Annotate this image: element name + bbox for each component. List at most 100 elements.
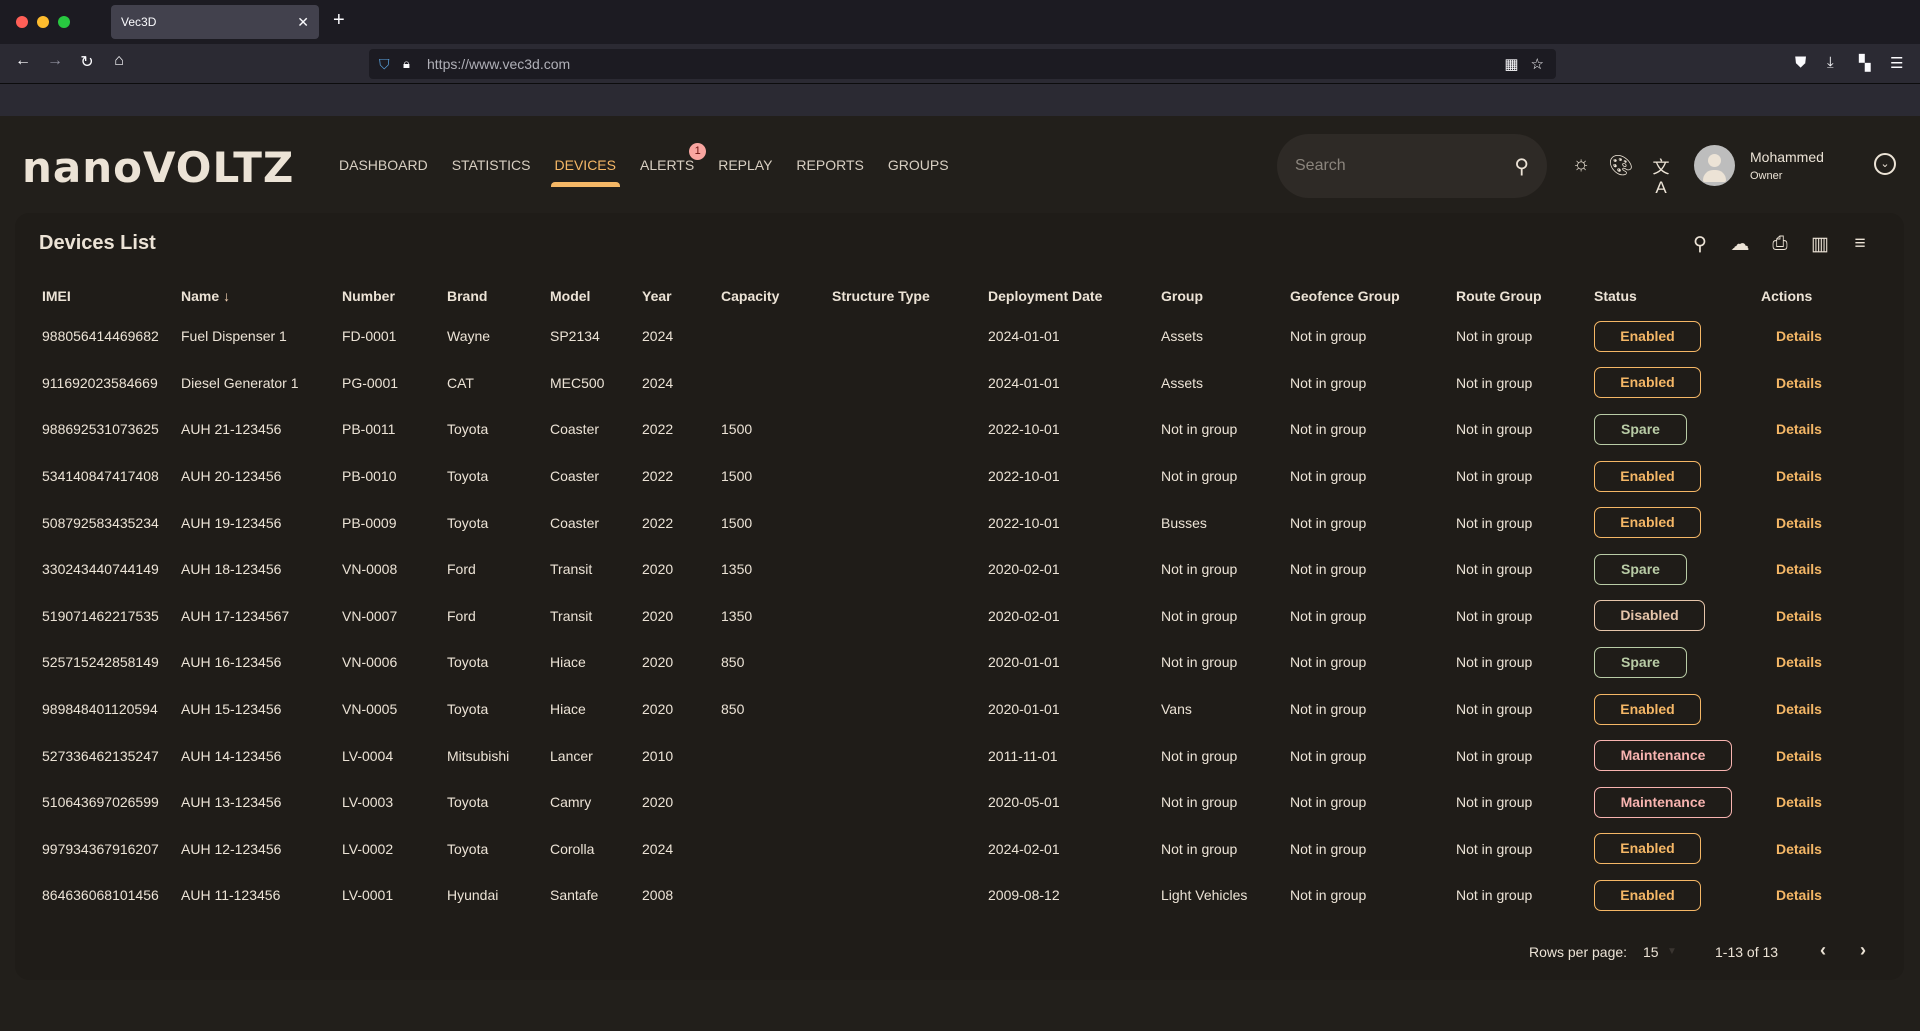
status-badge[interactable]: Enabled: [1594, 833, 1701, 865]
details-link[interactable]: Details: [1776, 421, 1822, 437]
logo[interactable]: nanoVOLTZ: [22, 143, 294, 192]
chevron-left-icon[interactable]: ‹: [1820, 940, 1826, 961]
extensions-icon[interactable]: ▚: [1859, 54, 1871, 72]
column-header-route-group[interactable]: Route Group: [1456, 279, 1594, 313]
status-badge[interactable]: Enabled: [1594, 367, 1701, 399]
column-header-group[interactable]: Group: [1161, 279, 1290, 313]
chevron-down-icon[interactable]: ⌄: [1874, 153, 1896, 175]
details-link[interactable]: Details: [1776, 468, 1822, 484]
chevron-right-icon[interactable]: ›: [1860, 940, 1866, 961]
table-row[interactable]: 911692023584669 Diesel Generator 1 PG-0001…: [15, 360, 1904, 407]
column-header-imei[interactable]: IMEI: [15, 279, 181, 313]
url-text[interactable]: https://www.vec3d.com: [427, 56, 1504, 72]
table-row[interactable]: 989848401120594 AUH 15-123456 VN-0005 Toyot…: [15, 686, 1904, 733]
print-icon[interactable]: ⎙: [1767, 233, 1793, 255]
table-row[interactable]: 508792583435234 AUH 19-123456 PB-0009 Toyot…: [15, 499, 1904, 546]
browser-tab[interactable]: Vec3D ✕: [111, 5, 319, 39]
nav-reports[interactable]: REPORTS: [796, 157, 863, 173]
details-link[interactable]: Details: [1776, 608, 1822, 624]
details-link[interactable]: Details: [1776, 654, 1822, 670]
caret-down-icon[interactable]: ▼: [1667, 946, 1677, 957]
column-header-status[interactable]: Status: [1594, 279, 1761, 313]
column-header-structure-type[interactable]: Structure Type: [832, 279, 988, 313]
status-badge[interactable]: Maintenance: [1594, 740, 1732, 772]
details-link[interactable]: Details: [1776, 887, 1822, 903]
cell-number: PB-0010: [342, 468, 397, 485]
nav-devices[interactable]: DEVICES: [550, 157, 621, 187]
arrow-right-icon[interactable]: →: [44, 52, 66, 70]
cell-name: AUH 11-123456: [181, 887, 281, 904]
status-badge[interactable]: Spare: [1594, 413, 1687, 445]
column-header-name[interactable]: Name ↓: [181, 279, 342, 313]
table-row[interactable]: 988056414469682 Fuel Dispenser 1 FD-0001 Wa…: [15, 313, 1904, 360]
column-header-brand[interactable]: Brand: [447, 279, 550, 313]
status-badge[interactable]: Spare: [1594, 553, 1687, 585]
nav-replay[interactable]: REPLAY: [718, 157, 772, 173]
cell-structure-type: [832, 732, 988, 779]
column-header-deployment-date[interactable]: Deployment Date: [988, 279, 1161, 313]
details-link[interactable]: Details: [1776, 841, 1822, 857]
nav-statistics[interactable]: STATISTICS: [452, 157, 531, 173]
table-row[interactable]: 534140847417408 AUH 20-123456 PB-0010 Toyot…: [15, 453, 1904, 500]
sort-arrow-down-icon[interactable]: ↓: [223, 288, 230, 304]
search-input[interactable]: [1295, 157, 1515, 175]
rows-per-page-select[interactable]: 15: [1643, 944, 1659, 960]
status-badge[interactable]: Enabled: [1594, 320, 1701, 352]
filter-icon[interactable]: ≡: [1847, 233, 1873, 255]
cloud-download-icon[interactable]: ☁: [1727, 233, 1753, 256]
search-icon[interactable]: ⚲: [1514, 154, 1529, 179]
search-icon[interactable]: ⚲: [1687, 233, 1713, 256]
star-icon[interactable]: ☆: [1531, 55, 1544, 73]
new-tab-button[interactable]: +: [333, 9, 345, 32]
home-icon[interactable]: ⌂: [108, 52, 130, 70]
maximize-window-button[interactable]: [58, 16, 70, 28]
details-link[interactable]: Details: [1776, 748, 1822, 764]
table-row[interactable]: 997934367916207 AUH 12-123456 LV-0002 Toyot…: [15, 826, 1904, 873]
column-header-model[interactable]: Model: [550, 279, 642, 313]
column-header-capacity[interactable]: Capacity: [721, 279, 832, 313]
details-link[interactable]: Details: [1776, 515, 1822, 531]
nav-alerts[interactable]: ALERTS 1: [640, 143, 707, 173]
status-badge[interactable]: Enabled: [1594, 879, 1701, 911]
column-header-number[interactable]: Number: [342, 279, 447, 313]
table-row[interactable]: 330243440744149 AUH 18-123456 VN-0008 Ford T…: [15, 546, 1904, 593]
arrow-left-icon[interactable]: ←: [12, 52, 34, 70]
avatar[interactable]: [1694, 145, 1735, 186]
table-row[interactable]: 510643697026599 AUH 13-123456 LV-0003 Toyot…: [15, 779, 1904, 826]
column-header-year[interactable]: Year: [642, 279, 721, 313]
nav-dashboard[interactable]: DASHBOARD: [339, 157, 428, 173]
hamburger-menu-icon[interactable]: ☰: [1890, 54, 1903, 72]
details-link[interactable]: Details: [1776, 561, 1822, 577]
table-row[interactable]: 519071462217535 AUH 17-1234567 VN-0007 Ford…: [15, 593, 1904, 640]
column-header-geofence-group[interactable]: Geofence Group: [1290, 279, 1456, 313]
table-row[interactable]: 864636068101456 AUH 11-123456 LV-0001 Hyund…: [15, 872, 1904, 919]
table-row[interactable]: 988692531073625 AUH 21-123456 PB-0011 Toyot…: [15, 406, 1904, 453]
url-bar[interactable]: ⛉ 🔒︎ https://www.vec3d.com ▦ ☆: [369, 49, 1556, 79]
minimize-window-button[interactable]: [37, 16, 49, 28]
reload-icon[interactable]: ↻: [76, 52, 98, 72]
details-link[interactable]: Details: [1776, 701, 1822, 717]
columns-icon[interactable]: ▥: [1807, 233, 1833, 256]
palette-icon[interactable]: 🎨︎: [1608, 153, 1634, 178]
theme-toggle-icon[interactable]: ☼: [1568, 153, 1594, 176]
status-badge[interactable]: Enabled: [1594, 693, 1701, 725]
details-link[interactable]: Details: [1776, 375, 1822, 391]
status-badge[interactable]: Enabled: [1594, 507, 1701, 539]
status-badge[interactable]: Maintenance: [1594, 786, 1732, 818]
nav-groups[interactable]: GROUPS: [888, 157, 949, 173]
pocket-icon[interactable]: ⛊: [1795, 54, 1806, 71]
details-link[interactable]: Details: [1776, 794, 1822, 810]
close-icon[interactable]: ✕: [297, 14, 309, 31]
close-window-button[interactable]: [16, 16, 28, 28]
status-badge[interactable]: Spare: [1594, 646, 1687, 678]
translate-icon[interactable]: 文A: [1648, 153, 1674, 198]
download-icon[interactable]: ⤓: [1827, 54, 1834, 71]
lock-icon[interactable]: 🔒︎: [403, 56, 417, 72]
shield-icon[interactable]: ⛉: [379, 56, 397, 73]
details-link[interactable]: Details: [1776, 328, 1822, 344]
table-row[interactable]: 525715242858149 AUH 16-123456 VN-0006 Toyot…: [15, 639, 1904, 686]
status-badge[interactable]: Enabled: [1594, 460, 1701, 492]
table-row[interactable]: 527336462135247 AUH 14-123456 LV-0004 Mitsu…: [15, 732, 1904, 779]
qr-code-icon[interactable]: ▦: [1504, 55, 1518, 73]
status-badge[interactable]: Disabled: [1594, 600, 1705, 632]
